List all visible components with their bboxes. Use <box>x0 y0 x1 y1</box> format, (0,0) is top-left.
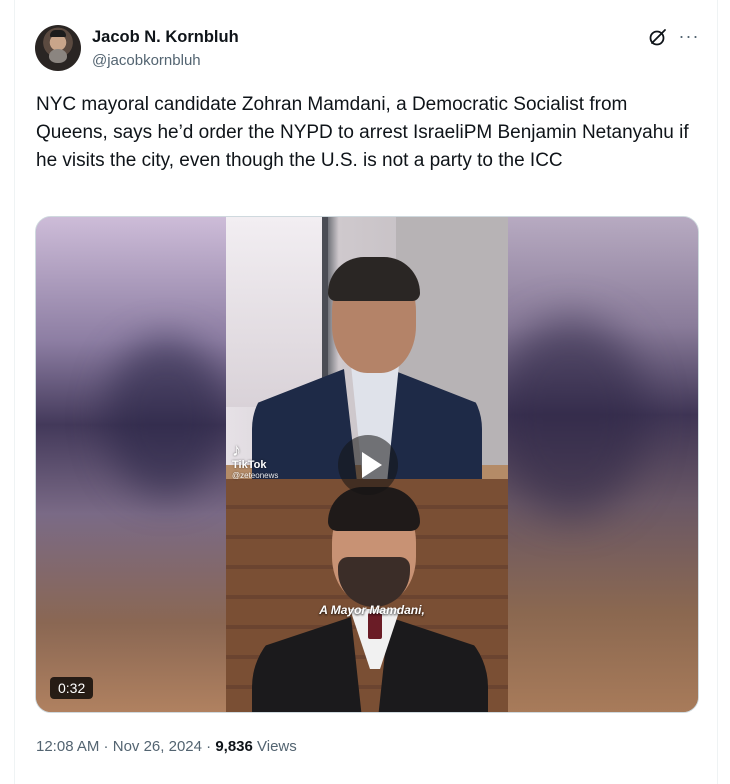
avatar-cap <box>50 30 66 37</box>
tiktok-watermark: ♪ TikTok @zeteonews <box>232 441 302 481</box>
views-label: Views <box>252 738 297 755</box>
avatar-beard <box>49 49 67 63</box>
views-count: 9,836 <box>215 738 253 755</box>
video-blur-left <box>36 217 226 712</box>
grok-icon[interactable] <box>648 27 668 47</box>
video-player[interactable]: ♪ TikTok @zeteonews A Mayor Mamdani, 0:3… <box>35 216 699 713</box>
tiktok-brand: TikTok <box>232 459 267 471</box>
guest-beard <box>338 557 410 607</box>
video-caption: A Mayor Mamdani, <box>36 603 698 617</box>
tweet-time[interactable]: 12:08 AM <box>36 738 99 755</box>
author-display-name[interactable]: Jacob N. Kornbluh <box>92 28 239 47</box>
author-handle[interactable]: @jacobkornbluh <box>92 52 201 69</box>
background-window <box>226 217 324 407</box>
video-blur-right <box>506 217 698 712</box>
tweet-text: NYC mayoral candidate Zohran Mamdani, a … <box>36 94 689 171</box>
video-duration-badge: 0:32 <box>50 677 94 699</box>
video-frame-bottom <box>226 479 508 712</box>
tweet-date[interactable]: Nov 26, 2024 <box>113 738 202 755</box>
meta-separator: · <box>99 738 113 755</box>
meta-separator-2: · <box>201 738 216 755</box>
tweet-meta: 12:08 AM · Nov 26, 2024 · 9,836 Views <box>36 738 297 755</box>
play-icon[interactable] <box>338 435 398 495</box>
tiktok-handle: @zeteonews <box>232 471 279 480</box>
video-caption-text: A Mayor Mamdani, <box>319 603 425 617</box>
more-icon[interactable]: ··· <box>678 25 700 47</box>
tiktok-logo-icon: ♪ <box>232 440 241 460</box>
author-avatar[interactable] <box>35 25 81 71</box>
